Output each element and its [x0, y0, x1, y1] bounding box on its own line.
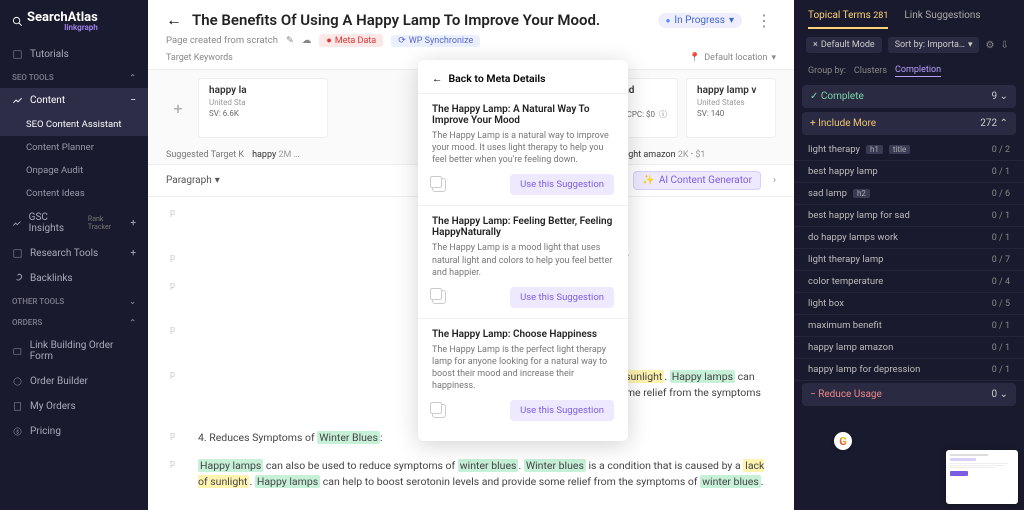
preview-thumbnail[interactable] [946, 450, 1018, 504]
left-sidebar: SearchAtlaslinkgraph Tutorials SEO TOOLS… [0, 0, 148, 510]
suggested-kw[interactable]: happy 2M … [252, 150, 300, 160]
suggestions-popover: ← Back to Meta Details The Happy Lamp: A… [418, 60, 628, 441]
section-reduce-usage[interactable]: − Reduce Usage0 ⌄ [802, 383, 1016, 406]
term-row[interactable]: sad lamp h20 / 6 [794, 183, 1024, 205]
term-row[interactable]: do happy lamps work 0 / 1 [794, 227, 1024, 249]
export-icon[interactable]: ⇩ [1000, 40, 1008, 51]
term-row[interactable]: light therapy h1 title0 / 2 [794, 139, 1024, 161]
term-row[interactable]: happy lamp amazon 0 / 1 [794, 337, 1024, 359]
right-sidebar: Topical Terms 281 Link Suggestions × Def… [794, 0, 1024, 510]
nav-tutorials[interactable]: Tutorials [0, 42, 148, 67]
next-icon[interactable]: › [773, 175, 776, 186]
cloud-icon[interactable]: ☁ [302, 35, 312, 46]
page-subtitle: Page created from scratch [166, 35, 278, 46]
nav-link-building[interactable]: Link Building Order Form [0, 333, 148, 369]
main-area: ← The Benefits Of Using A Happy Lamp To … [148, 0, 794, 510]
nav-backlinks[interactable]: Backlinks [0, 266, 148, 291]
nav-content-ideas[interactable]: Content Ideas [0, 182, 148, 205]
term-row[interactable]: light therapy lamp 0 / 7 [794, 249, 1024, 271]
tab-link-suggestions[interactable]: Link Suggestions [904, 10, 980, 29]
nav-content-planner[interactable]: Content Planner [0, 136, 148, 159]
svg-text:$: $ [16, 428, 19, 435]
suggestion-card: The Happy Lamp: Feeling Better, Feeling … [418, 205, 628, 317]
group-completion[interactable]: Completion [895, 65, 941, 77]
paragraph-select[interactable]: Paragraph ▾ [166, 175, 220, 186]
suggestion-card: The Happy Lamp: Choose Happiness The Hap… [418, 318, 628, 432]
edit-icon[interactable]: ✎ [286, 35, 294, 46]
use-suggestion-button[interactable]: Use this Suggestion [510, 400, 614, 421]
copy-icon[interactable] [432, 290, 446, 304]
nav-order-builder[interactable]: Order Builder [0, 369, 148, 394]
term-row[interactable]: best happy lamp for sad 0 / 1 [794, 205, 1024, 227]
nav-seo-content-assistant[interactable]: SEO Content Assistant [0, 113, 148, 136]
target-keywords-label: Target Keywords [166, 53, 233, 63]
logo[interactable]: SearchAtlaslinkgraph [0, 0, 148, 42]
tab-topical-terms[interactable]: Topical Terms 281 [808, 10, 888, 29]
status-badge[interactable]: In Progress ▾ [658, 13, 742, 28]
term-row[interactable]: best happy lamp 0 / 1 [794, 161, 1024, 183]
use-suggestion-button[interactable]: Use this Suggestion [510, 174, 614, 195]
nav-section-other[interactable]: OTHER TOOLS⌄ [0, 291, 148, 312]
meta-data-pill[interactable]: ● Meta Data [319, 34, 383, 47]
page-title: The Benefits Of Using A Happy Lamp To Im… [192, 11, 600, 29]
back-icon[interactable]: ← [166, 10, 182, 30]
term-row[interactable]: color temperature 0 / 4 [794, 271, 1024, 293]
nav-section-seo[interactable]: SEO TOOLS⌃ [0, 67, 148, 88]
terms-list: light therapy h1 title0 / 2best happy la… [794, 139, 1024, 381]
keyword-card[interactable]: happy la United Sta SV: 6.6K [198, 78, 328, 138]
group-clusters[interactable]: Clusters [854, 66, 887, 76]
nav-section-orders[interactable]: ORDERS⌃ [0, 312, 148, 333]
keyword-card[interactable]: happy lamp v United States SV: 140 [686, 78, 776, 138]
nav-pricing[interactable]: $Pricing [0, 419, 148, 444]
more-icon[interactable]: ⋮ [752, 11, 776, 30]
suggestion-card: The Happy Lamp: A Natural Way To Improve… [418, 93, 628, 205]
default-mode-chip[interactable]: × Default Mode [806, 37, 882, 53]
nav-gsc[interactable]: GSC InsightsRank Tracker+ [0, 205, 148, 241]
gear-icon[interactable]: ⚙ [985, 40, 994, 51]
section-complete[interactable]: ✓ Complete9 ⌄ [802, 85, 1016, 108]
copy-icon[interactable] [432, 404, 446, 418]
term-row[interactable]: happy lamp for depression 0 / 1 [794, 359, 1024, 381]
term-row[interactable]: light box 0 / 5 [794, 293, 1024, 315]
nav-research[interactable]: Research Tools+ [0, 241, 148, 266]
ai-generator-button[interactable]: ✨ AI Content Generator [633, 171, 761, 190]
sort-chip[interactable]: Sort by: Importa… ▾ [888, 37, 980, 53]
group-by: Group by: Clusters Completion [794, 61, 1024, 85]
location-selector[interactable]: 📍 Default location ▾ [689, 53, 776, 63]
copy-icon[interactable] [432, 178, 446, 192]
nav-content[interactable]: Content− [0, 88, 148, 113]
nav-onpage-audit[interactable]: Onpage Audit [0, 159, 148, 182]
back-to-meta[interactable]: ← Back to Meta Details [418, 70, 628, 93]
google-badge[interactable]: G [834, 432, 852, 450]
wp-sync-pill[interactable]: ⟳ WP Synchronize [391, 35, 480, 47]
term-row[interactable]: maximum benefit 0 / 1 [794, 315, 1024, 337]
nav-my-orders[interactable]: My Orders [0, 394, 148, 419]
section-include-more[interactable]: + Include More272 ⌃ [802, 112, 1016, 135]
add-keyword-button[interactable]: + [166, 78, 190, 138]
use-suggestion-button[interactable]: Use this Suggestion [510, 287, 614, 308]
